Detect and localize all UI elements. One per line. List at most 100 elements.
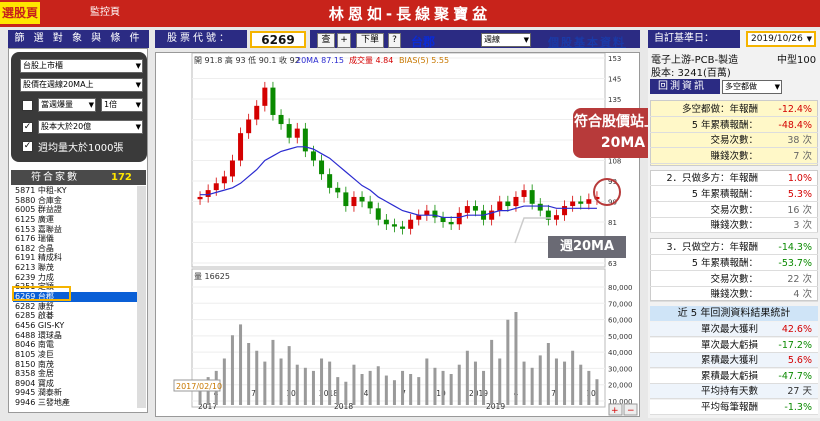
stat-label: 平均每筆報酬 — [700, 401, 758, 413]
candle-body — [497, 201, 503, 211]
table-row: 平均持有天數 27 天 — [650, 384, 818, 399]
chevron-down-icon: ▼ — [523, 36, 529, 44]
list-item[interactable]: 8046 南電 — [13, 340, 146, 350]
list-item[interactable]: 6213 聯茂 — [13, 263, 146, 273]
list-item[interactable]: 6251 定穎 — [13, 282, 146, 292]
volume-bar — [554, 358, 558, 405]
list-item[interactable]: 8358 金居 — [13, 369, 146, 379]
row-value: -48.4% — [778, 119, 812, 131]
stats-title: 近 5 年回測資料結果統計 — [650, 306, 818, 321]
volume-bar — [425, 358, 429, 405]
stat-label: 單次最大虧損 — [700, 339, 758, 351]
chevron-down-icon: ▼ — [135, 62, 141, 70]
weekly-volume-checkbox[interactable]: ✓ — [22, 141, 33, 152]
order-button[interactable]: 下單 — [356, 33, 384, 48]
volume-bar — [417, 377, 421, 405]
volume-bar — [311, 370, 315, 405]
list-item[interactable]: 8150 南茂 — [13, 360, 146, 370]
candle-body — [238, 133, 244, 161]
x-tick-label: 2019 — [469, 389, 488, 398]
list-item[interactable]: 6153 嘉聯益 — [13, 225, 146, 235]
query-button[interactable]: 查 — [317, 33, 335, 48]
list-item[interactable]: 6125 廣運 — [13, 215, 146, 225]
candle-body — [205, 190, 211, 197]
volume-bar — [401, 370, 405, 405]
volume-tick-label: 60,000 — [608, 317, 633, 325]
stock-name: 台郡 — [411, 35, 436, 49]
table-row: 單次最大虧損 -17.2% — [650, 337, 818, 353]
ma-condition-select[interactable]: 股價在週線20MA上 ▼ — [20, 78, 143, 92]
list-item[interactable]: 6488 環球晶 — [13, 331, 146, 341]
capital-checkbox[interactable]: ✓ — [22, 122, 33, 133]
app-title: 林恩如-長線聚寶盆 — [328, 5, 492, 23]
table-row: 累積最大虧損 -47.7% — [650, 368, 818, 384]
volume-bar — [239, 324, 243, 405]
candle-body — [586, 199, 592, 204]
list-item[interactable]: 6282 康舒 — [13, 302, 146, 312]
list-item[interactable]: 5871 中租-KY — [13, 186, 146, 196]
volume-checkbox[interactable] — [22, 100, 33, 111]
list-item[interactable]: 6005 群益證 — [13, 205, 146, 215]
table-row: 交易次數： 16 次 — [650, 203, 818, 218]
multiplier-select[interactable]: 1倍 ▼ — [101, 98, 143, 112]
candle-body — [408, 219, 414, 229]
direction-select[interactable]: 多空都做 ▼ — [722, 80, 782, 94]
volume-bar — [514, 312, 518, 405]
table-row: 5 年累積報酬： 5.3% — [650, 187, 818, 202]
list-item[interactable]: 8105 凌巨 — [13, 350, 146, 360]
candle-body — [310, 151, 316, 161]
candle-body — [424, 210, 430, 216]
volume-bar — [595, 379, 599, 405]
volume-select[interactable]: 當週爆量 ▼ — [38, 98, 96, 112]
volume-tick-label: 20,000 — [608, 382, 633, 390]
volume-bar — [506, 319, 510, 405]
volume-bar — [247, 343, 251, 405]
list-item[interactable]: 9946 三發地產 — [13, 398, 146, 408]
list-item[interactable]: 6269 台郡 — [13, 292, 146, 302]
stock-list-scrollbar[interactable] — [137, 186, 146, 408]
table-row: 單次最大獲利 42.6% — [650, 322, 818, 337]
help-button[interactable]: ? — [388, 33, 401, 48]
candle-body — [213, 183, 219, 191]
capital-select[interactable]: 股本大於20億 ▼ — [38, 120, 143, 134]
price-tick-label: 145 — [608, 76, 621, 84]
zoom-in-icon: + — [611, 406, 619, 416]
list-item[interactable]: 9945 潤泰新 — [13, 388, 146, 398]
stock-code-input[interactable]: 6269 — [250, 31, 306, 48]
list-item[interactable]: 6285 啟碁 — [13, 311, 146, 321]
count-bar: 符合家數 172 — [11, 170, 146, 185]
candle-body — [270, 87, 276, 115]
candle-body — [562, 206, 568, 216]
code-label: 股票代號： — [155, 30, 247, 48]
volume-bar — [303, 367, 307, 405]
candle-body — [262, 87, 268, 106]
list-item[interactable]: 8904 寶成 — [13, 379, 146, 389]
date-start: 2017/02/10 — [176, 382, 222, 391]
row-label: 賺錢次數： — [710, 289, 758, 300]
basic-info-link[interactable]: 個股基本資料 — [548, 34, 626, 50]
row-value: 7 次 — [793, 150, 812, 162]
candle-body — [513, 196, 519, 207]
list-item[interactable]: 6176 瑞儀 — [13, 234, 146, 244]
candle-body — [553, 215, 559, 220]
list-item[interactable]: 6191 精成科 — [13, 253, 146, 263]
list-item[interactable]: 6239 力成 — [13, 273, 146, 283]
candle-body — [505, 201, 511, 207]
bias-readout: BIAS(5) 5.55 — [399, 56, 449, 65]
table-row: 賺錢次數： 4 次 — [650, 287, 818, 302]
candle-body — [383, 219, 389, 225]
row-value: 16 次 — [787, 204, 812, 216]
table-row: 平均每筆報酬 -1.3% — [650, 399, 818, 415]
market-select[interactable]: 台股上市櫃 ▼ — [20, 59, 143, 73]
base-date-select[interactable]: 2019/10/26 ▼ — [746, 31, 816, 47]
period-select[interactable]: 週線 ▼ — [481, 33, 531, 47]
stock-list[interactable]: 5871 中租-KY 5880 合庫金 6005 群益證 6125 廣運 6153 嘉聯… — [13, 186, 146, 408]
add-button[interactable]: + — [337, 33, 351, 48]
tab-backtest[interactable]: 回測資訊 — [650, 79, 720, 94]
table-row: 交易次數： 22 次 — [650, 272, 818, 287]
count-label: 符合家數 — [31, 172, 79, 183]
list-item[interactable]: 5880 合庫金 — [13, 196, 146, 206]
list-item[interactable]: 6456 GIS-KY — [13, 321, 146, 331]
row-label: 5 年累積報酬： — [691, 119, 758, 131]
stat-label: 平均持有天數 — [700, 386, 758, 397]
